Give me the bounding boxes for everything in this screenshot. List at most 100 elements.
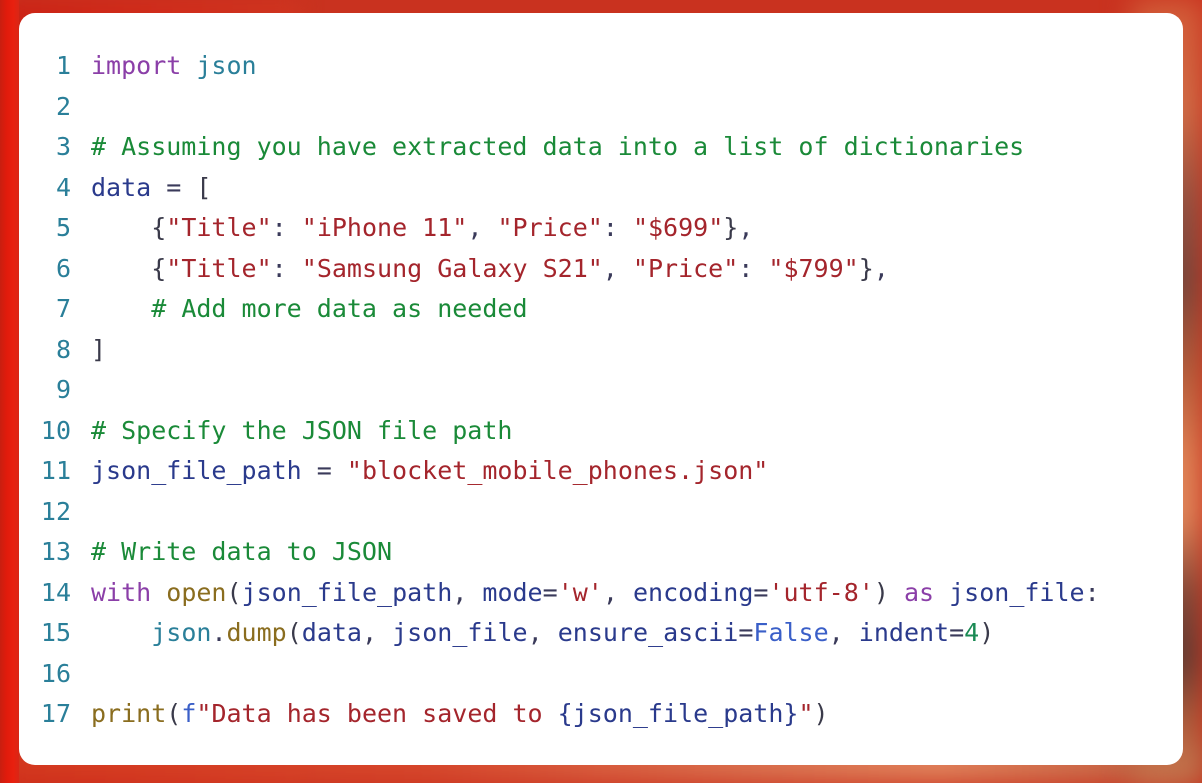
line-number: 9 [55,375,71,404]
code-line-text[interactable]: with open(json_file_path, mode='w', enco… [71,573,1100,614]
code-line-text[interactable]: json.dump(data, json_file, ensure_ascii=… [71,613,994,654]
code-token: "blocket_mobile_phones.json" [346,456,769,485]
code-line-text[interactable]: import json [71,46,257,87]
code-token: import [91,51,182,80]
code-line-text[interactable]: print(f"Data has been saved to {json_fil… [71,694,829,735]
code-token: dump [226,618,287,647]
code-token: "$699" [632,213,724,242]
code-line: 10 # Specify the JSON file path [19,411,1183,452]
code-token: json_file [949,577,1085,607]
code-token: # Assuming you have extracted data into … [91,132,1025,161]
code-token: "$799" [768,253,859,283]
code-line: 11 json_file_path = "blocket_mobile_phone… [19,451,1183,492]
code-token: { [151,253,167,283]
code-line: 8] [19,330,1183,371]
code-token: " [798,699,814,728]
code-token: "Title" [166,253,272,283]
line-number: 8 [55,334,71,364]
code-token: json [151,618,212,647]
code-token: "Title" [166,213,272,242]
line-number: 1 [55,51,71,80]
code-line-text[interactable]: json_file_path = "blocket_mobile_phones.… [71,451,768,492]
code-token: = [738,618,754,647]
code-token: f [181,699,197,728]
code-line: 2 [19,87,1183,128]
code-token: , [738,213,754,242]
code-token: as [903,577,935,607]
code-token: data [301,618,362,647]
code-line: 17 print(f"Data has been saved to {json_f… [19,694,1183,735]
code-token: = [949,618,965,647]
code-token: data [91,172,152,202]
code-token: : [271,213,287,242]
code-token: , [362,618,378,647]
code-token: 4 [964,618,980,647]
line-number: 14 [40,577,71,607]
code-token: : [738,253,754,283]
line-number: 13 [40,537,71,566]
code-line: 12 [19,492,1183,533]
code-token: {json_file_path} [557,699,799,728]
line-number: 7 [55,294,71,323]
code-token: { [151,213,167,242]
code-line-text[interactable]: # Add more data as needed [71,289,527,330]
code-line: 9 [19,370,1183,411]
code-token: = [753,577,769,607]
line-number: 11 [40,456,71,485]
code-token: ) [813,699,829,728]
code-token: , [527,618,543,647]
code-token: ( [286,618,302,647]
code-token: , [467,213,483,242]
code-line-text[interactable]: {"Title": "iPhone 11", "Price": "$699"}, [71,208,753,249]
code-line-text[interactable]: # Write data to JSON [71,532,392,573]
code-token: json_file_path [241,577,453,607]
code-token: = [166,172,182,202]
code-token: ) [979,618,995,647]
line-number: 17 [40,699,71,728]
code-line: 4 data = [ [19,168,1183,209]
code-token: with [91,577,152,607]
code-token: ( [166,699,182,728]
line-number: 3 [55,132,71,161]
code-token: , [828,618,844,647]
code-line-text[interactable]: ] [71,330,106,371]
code-lines-container: 1 import json 2 3 # Assuming you have extrac… [19,13,1183,735]
code-line-text[interactable]: {"Title": "Samsung Galaxy S21", "Price":… [71,249,889,290]
code-line-text[interactable]: # Assuming you have extracted data into … [71,127,1024,168]
code-line-text[interactable]: data = [ [71,168,211,209]
code-token: = [316,456,332,485]
code-token: "iPhone 11" [301,213,468,242]
code-line: 16 [19,654,1183,695]
code-token: json [196,51,257,80]
code-line-text[interactable]: # Specify the JSON file path [71,411,512,452]
line-number: 4 [55,172,71,202]
code-token: "Price" [632,253,739,283]
code-token: mode [482,577,543,607]
code-token: ( [226,577,242,607]
code-token: ensure_ascii [557,618,739,647]
line-number: 2 [55,91,71,121]
code-line: 15 json.dump(data, json_file, ensure_asc… [19,613,1183,654]
line-number: 12 [40,496,71,526]
code-token: , [602,577,618,607]
code-snippet-card: 1 import json 2 3 # Assuming you have extrac… [19,13,1183,765]
line-number: 15 [40,618,71,647]
